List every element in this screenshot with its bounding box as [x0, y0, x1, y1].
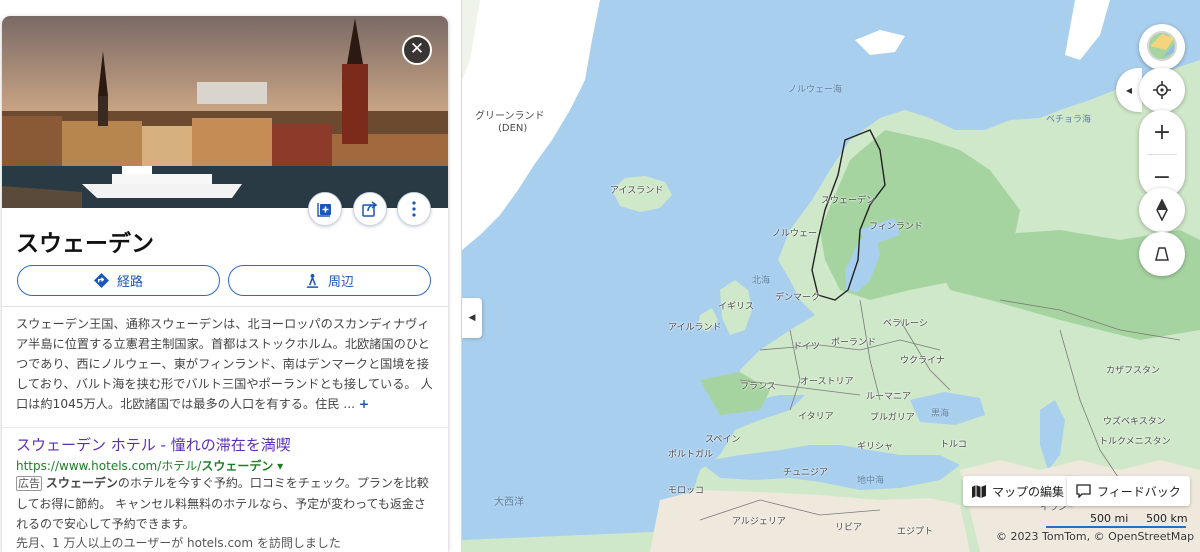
divider — [2, 306, 448, 307]
map-label-barents-sea[interactable]: ベチョラ海 — [1046, 116, 1091, 125]
crosshair-icon — [1153, 81, 1171, 99]
map-label-tunisia[interactable]: チュニジア — [783, 469, 828, 478]
ad-body-bold: スウェーデン — [45, 476, 118, 490]
map-label-med-sea[interactable]: 地中海 — [857, 477, 884, 486]
ad-url-prefix: https://www.hotels.com/ホテル/ — [16, 459, 202, 473]
ad-url-bold: スウェーデン — [201, 459, 274, 473]
edit-map-label: マップの編集 — [992, 484, 1065, 499]
feedback-button[interactable]: フィードバック — [1067, 476, 1190, 506]
map-style-control[interactable] — [1139, 24, 1185, 70]
ad-body: 広告 スウェーデンのホテルを今すぐ予約。口コミをチェック。プランを比較してお得に… — [16, 473, 436, 534]
share-button[interactable] — [353, 192, 387, 226]
map-label-portugal[interactable]: ポルトガル — [668, 451, 713, 460]
map-label-atlantic[interactable]: 大西洋 — [494, 498, 524, 508]
close-icon: ✕ — [409, 39, 425, 59]
directions-button[interactable]: 経路 — [17, 265, 220, 296]
map-icon — [972, 484, 986, 498]
nearby-icon — [306, 273, 319, 288]
map-label-sweden[interactable]: スウェーデン — [821, 197, 875, 206]
chevron-left-icon: ◀ — [468, 313, 476, 323]
divider — [2, 427, 448, 428]
chevron-down-icon[interactable]: ▾ — [277, 459, 283, 473]
compass-button[interactable] — [1139, 188, 1185, 232]
kebab-menu-icon — [412, 201, 416, 217]
map-label-romania[interactable]: ルーマニア — [866, 393, 911, 402]
map-label-libya[interactable]: リビア — [835, 524, 862, 533]
save-button[interactable] — [308, 192, 342, 226]
map-label-norway[interactable]: ノルウェー — [772, 230, 817, 239]
feedback-icon — [1076, 484, 1091, 498]
close-button[interactable]: ✕ — [402, 35, 432, 65]
map-label-kazakhstan[interactable]: カザフスタン — [1106, 367, 1160, 376]
place-description: スウェーデン王国、通称スウェーデンは、北ヨーロッパのスカンディナヴィア半島に位置… — [16, 314, 434, 414]
feedback-label: フィードバック — [1097, 484, 1181, 499]
stockholm-photo — [2, 16, 448, 208]
map-label-denmark[interactable]: デンマーク — [775, 294, 820, 303]
map-label-north-sea[interactable]: 北海 — [752, 277, 770, 286]
expand-description-button[interactable]: + — [359, 397, 369, 411]
minus-icon: − — [1152, 164, 1172, 190]
scale-line — [1046, 525, 1186, 528]
map-label-black-sea[interactable]: 黒海 — [931, 410, 949, 419]
nearby-label: 周辺 — [327, 275, 354, 290]
map-label-turkmenistan[interactable]: トルクメニスタン — [1099, 438, 1171, 447]
compass-control[interactable] — [1139, 188, 1185, 232]
directions-label: 経路 — [116, 275, 143, 290]
map-label-ukraine[interactable]: ウクライナ — [900, 357, 945, 366]
map-label-egypt[interactable]: エジプト — [897, 528, 933, 537]
tilt-button[interactable] — [1139, 232, 1185, 276]
map-label-germany[interactable]: ドイツ — [793, 343, 820, 352]
collapse-panel-button[interactable]: ◀ — [462, 298, 482, 338]
ad-badge: 広告 — [16, 476, 42, 491]
map-label-spain[interactable]: スペイン — [705, 436, 740, 445]
hero-image[interactable]: ✕ — [2, 16, 448, 208]
map-label-uk[interactable]: イギリス — [718, 303, 754, 312]
tilt-control[interactable] — [1139, 232, 1185, 276]
map-attribution: © 2023 TomTom, © OpenStreetMap — [996, 530, 1195, 543]
compass-icon — [1156, 199, 1168, 221]
map-label-austria[interactable]: オーストリア — [800, 378, 854, 387]
map-label-bulgaria[interactable]: ブルガリア — [870, 414, 915, 423]
scale-mi: 500 mi — [1090, 512, 1129, 525]
entity-card: ✕ スウェーデン 経路 周辺 スウェーデン王国、通称スウェーデンは、北ヨーロッパ… — [2, 16, 448, 552]
scale-km: 500 km — [1146, 512, 1188, 525]
locate-control[interactable] — [1139, 68, 1185, 112]
directions-icon — [93, 273, 109, 288]
map-label-algeria[interactable]: アルジェリア — [732, 518, 786, 527]
nearby-button[interactable]: 周辺 — [228, 265, 431, 296]
map-label-uzbekistan[interactable]: ウズベキスタン — [1103, 418, 1166, 427]
add-to-collection-icon — [317, 203, 331, 217]
map-label-greece[interactable]: ギリシャ — [857, 443, 893, 452]
ad-url-link[interactable]: https://www.hotels.com/ホテル/スウェーデン ▾ — [16, 457, 283, 474]
description-text: スウェーデン王国、通称スウェーデンは、北ヨーロッパのスカンディナヴィア半島に位置… — [16, 317, 433, 411]
zoom-in-button[interactable]: + — [1139, 110, 1185, 154]
map-label-poland[interactable]: ポーランド — [831, 339, 876, 348]
map-label-turkey[interactable]: トルコ — [940, 441, 967, 450]
zoom-control[interactable]: + − — [1139, 110, 1185, 198]
map-label-finland[interactable]: フィンランド — [869, 223, 923, 232]
map-label-morocco[interactable]: モロッコ — [668, 487, 704, 496]
ad-title-link[interactable]: スウェーデン ホテル - 憧れの滞在を満喫 — [16, 434, 291, 455]
place-title: スウェーデン — [16, 231, 154, 257]
map-label-norwegian-sea[interactable]: ノルウェー海 — [788, 86, 842, 95]
tilt-icon — [1155, 247, 1169, 261]
plus-icon: + — [1152, 119, 1172, 145]
map-label-iceland[interactable]: アイスランド — [610, 187, 663, 196]
map-label-ireland[interactable]: アイルランド — [668, 324, 722, 333]
ad-footer: 先月、1 万人以上のユーザーが hotels.com を訪問しました — [16, 536, 341, 550]
edit-map-button[interactable]: マップの編集 — [963, 476, 1074, 506]
more-options-button[interactable] — [397, 192, 431, 226]
map-style-button[interactable] — [1139, 24, 1185, 68]
map-label-belarus[interactable]: ベラルーシ — [883, 320, 928, 329]
map-label-greenland-den[interactable]: (DEN) — [498, 124, 527, 134]
info-panel: ✕ スウェーデン 経路 周辺 スウェーデン王国、通称スウェーデンは、北ヨーロッパ… — [0, 0, 462, 552]
globe-style-icon — [1147, 31, 1177, 61]
map-label-france[interactable]: フランス — [740, 383, 776, 392]
map-label-greenland[interactable]: グリーンランド — [475, 112, 545, 122]
share-icon — [362, 201, 378, 217]
map-label-italy[interactable]: イタリア — [798, 413, 834, 422]
locate-me-button[interactable] — [1139, 68, 1185, 112]
